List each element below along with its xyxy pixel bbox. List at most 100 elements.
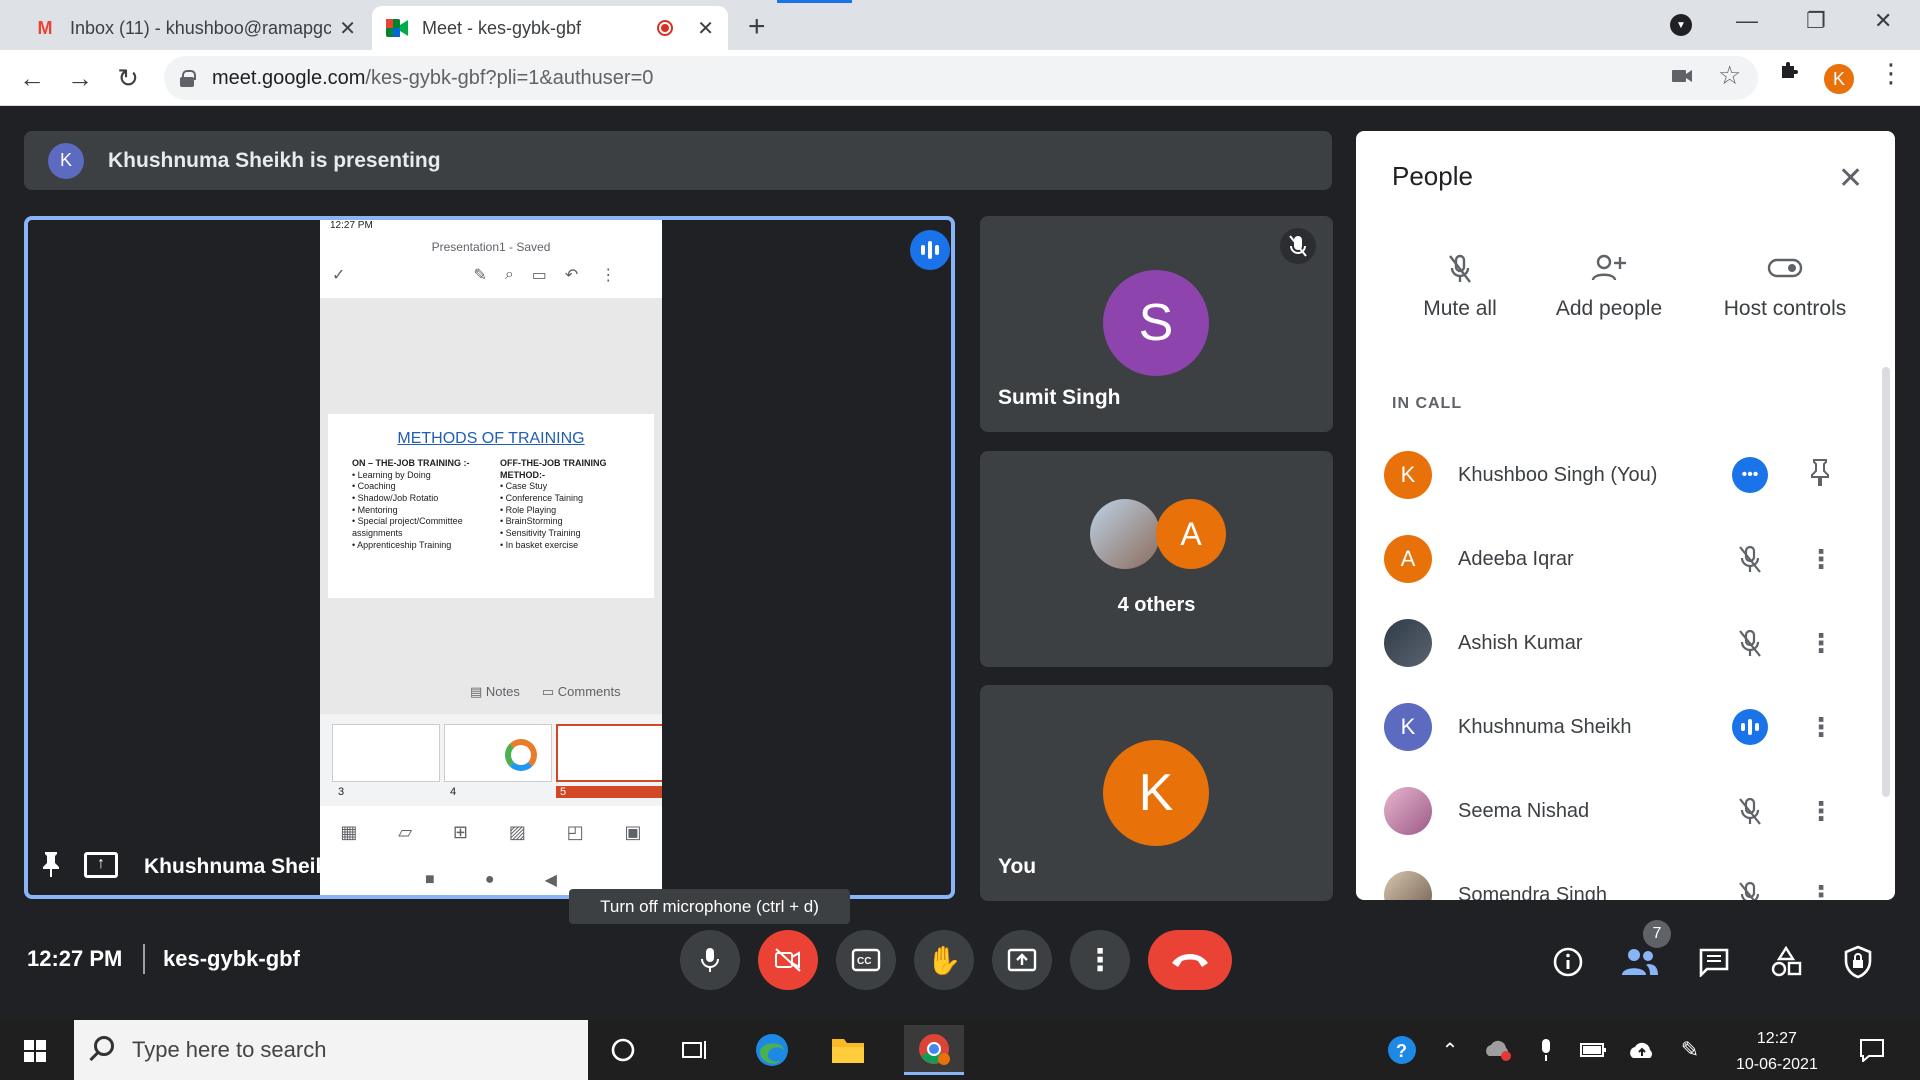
browser-menu-icon[interactable]: ⋮ [1878, 58, 1904, 89]
restore-button[interactable]: ❐ [1806, 8, 1826, 34]
task-view-icon[interactable] [675, 1030, 715, 1070]
avatar-photo [1090, 499, 1160, 569]
new-tab-button[interactable]: + [748, 10, 766, 44]
help-icon[interactable]: ? [1382, 1030, 1422, 1070]
more-options-icon[interactable]: ⋮ [1808, 628, 1834, 659]
cloud-upload-icon[interactable] [1622, 1030, 1662, 1070]
section-heading: IN CALL [1392, 395, 1463, 412]
more-options-icon[interactable]: ⋮ [1808, 712, 1834, 743]
participant-row[interactable]: Seema Nishad ⋮ [1356, 769, 1895, 853]
raise-hand-button[interactable]: ✋ [914, 930, 974, 990]
presenting-text: Khushnuma Sheikh is presenting [108, 148, 441, 172]
mute-all-button[interactable]: Mute all [1400, 253, 1520, 321]
column-heading: OFF-THE-JOB TRAINING METHOD:- [500, 458, 607, 480]
onedrive-error-icon[interactable] [1478, 1030, 1518, 1070]
list-item: • Shadow/Job Rotatio [352, 493, 439, 504]
column-heading: ON – THE-JOB TRAINING :- [352, 458, 470, 468]
notes-label: ▤ Notes [470, 684, 520, 699]
camera-in-use-icon[interactable] [1672, 64, 1694, 90]
pen-tray-icon[interactable]: ✎ [1670, 1030, 1710, 1070]
file-explorer-icon[interactable] [828, 1030, 868, 1070]
participant-tile-sumit[interactable]: S Sumit Singh [980, 216, 1333, 432]
more-options-icon[interactable]: ••• [1732, 457, 1768, 493]
search-placeholder: Type here to search [132, 1037, 327, 1062]
pin-icon[interactable] [1810, 458, 1830, 493]
captions-button[interactable]: CC [836, 930, 896, 990]
notifications-icon[interactable] [1852, 1030, 1892, 1070]
tab-meet[interactable]: Meet - kes-gybk-gbf ✕ [372, 6, 728, 50]
present-screen-icon[interactable]: ↑ [84, 852, 118, 878]
present-now-button[interactable] [992, 930, 1052, 990]
microphone-tray-icon[interactable] [1526, 1030, 1566, 1070]
host-safety-icon[interactable] [1838, 942, 1878, 982]
chat-icon[interactable] [1694, 942, 1734, 982]
presentation-tile[interactable]: 12:27 PM Presentation1 - Saved ✓ ✎ ⌕ ▭ ↶… [24, 216, 955, 899]
forward-icon[interactable]: → [62, 60, 98, 96]
meeting-controls-bar: 12:27 PM kes-gybk-gbf CC ✋ ⋮ 7 [0, 920, 1920, 1020]
more-options-button[interactable]: ⋮ [1070, 930, 1130, 990]
taskbar-clock[interactable]: 12:27 10-06-2021 [1736, 1026, 1818, 1078]
home-icon: ● [484, 871, 495, 888]
close-tab-icon[interactable]: ✕ [339, 16, 356, 41]
panel-title: People [1392, 161, 1473, 191]
participant-row[interactable]: K Khushboo Singh (You) ••• [1356, 433, 1895, 517]
participant-count-badge: 7 [1643, 920, 1671, 948]
participant-row[interactable]: Ashish Kumar ⋮ [1356, 601, 1895, 685]
close-tab-icon[interactable]: ✕ [697, 16, 714, 41]
tab-search-icon[interactable]: ▼ [1670, 14, 1692, 36]
chevron-up-icon[interactable]: ⌃ [1430, 1030, 1470, 1070]
bookmark-star-icon[interactable]: ☆ [1718, 60, 1741, 91]
windows-start-icon[interactable] [24, 1040, 46, 1062]
more-icon: ⋮ [600, 267, 617, 284]
tab-gmail[interactable]: M Inbox (11) - khushboo@ramapgc ✕ [20, 6, 370, 50]
meet-icon [386, 18, 408, 38]
add-people-button[interactable]: Add people [1534, 253, 1684, 321]
document-title: Presentation1 - Saved [431, 240, 551, 254]
address-bar[interactable]: meet.google.com/kes-gybk-gbf?pli=1&authu… [164, 56, 1758, 100]
loading-indicator [777, 0, 852, 3]
action-label: Host controls [1723, 297, 1847, 320]
battery-icon[interactable] [1574, 1030, 1614, 1070]
activities-icon[interactable] [1766, 942, 1806, 982]
participant-tile-you[interactable]: K You [980, 685, 1333, 901]
back-nav-icon: ◀ [544, 872, 557, 889]
more-options-icon[interactable]: ⋮ [1808, 796, 1834, 827]
people-icon[interactable] [1620, 942, 1660, 982]
taskbar-search-input[interactable]: Type here to search [74, 1020, 588, 1080]
host-controls-button[interactable]: Host controls [1700, 253, 1870, 321]
gmail-icon: M [37, 17, 53, 38]
microphone-button[interactable] [680, 930, 740, 990]
action-label: Mute all [1423, 297, 1497, 320]
reload-icon[interactable]: ↻ [110, 60, 146, 96]
others-count: 4 others [1117, 594, 1196, 616]
toggle-icon [1700, 253, 1870, 297]
close-window-button[interactable]: ✕ [1874, 8, 1892, 34]
pin-icon[interactable] [40, 850, 62, 885]
meeting-details-icon[interactable] [1548, 942, 1588, 982]
extensions-icon[interactable] [1778, 60, 1800, 88]
more-options-icon[interactable]: ⋮ [1808, 544, 1834, 575]
close-icon[interactable]: ✕ [1838, 161, 1863, 196]
scrollbar[interactable] [1882, 367, 1890, 797]
profile-avatar[interactable]: K [1824, 64, 1854, 94]
camera-off-button[interactable] [758, 930, 818, 990]
lock-icon[interactable] [180, 70, 196, 87]
back-icon[interactable]: ← [14, 60, 50, 96]
cortana-icon[interactable] [603, 1030, 643, 1070]
participant-name: Ashish Kumar [1458, 631, 1583, 654]
participant-row[interactable]: A Adeeba Iqrar ⋮ [1356, 517, 1895, 601]
shapes-icon: ◰ [566, 821, 584, 842]
participant-tile-others[interactable]: A 4 others [980, 451, 1333, 667]
more-options-icon[interactable]: ⋮ [1808, 880, 1834, 901]
chrome-icon[interactable] [904, 1025, 964, 1075]
participant-row[interactable]: Somendra Singh ⋮ [1356, 853, 1895, 900]
leave-call-button[interactable] [1148, 930, 1232, 990]
mic-off-icon [1732, 625, 1768, 661]
participant-row[interactable]: K Khushnuma Sheikh ⋮ [1356, 685, 1895, 769]
taskbar-date: 10-06-2021 [1736, 1056, 1818, 1073]
search-icon: ⌕ [504, 266, 514, 283]
minimize-button[interactable]: — [1736, 8, 1758, 34]
participant-name: Seema Nishad [1458, 799, 1590, 822]
table-icon: ⊞ [452, 821, 469, 842]
edge-icon[interactable] [752, 1030, 792, 1070]
